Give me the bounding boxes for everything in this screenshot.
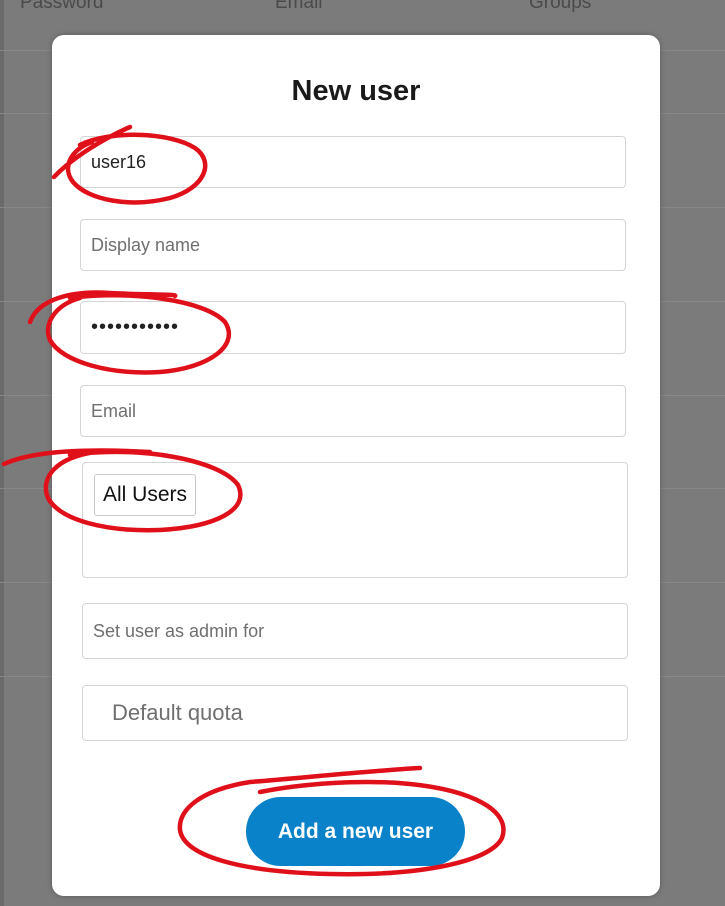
email-input[interactable]: Email <box>80 385 626 437</box>
column-header-password: Password <box>20 0 104 13</box>
admin-for-select[interactable]: Set user as admin for <box>82 603 628 659</box>
quota-select[interactable]: Default quota <box>82 685 628 741</box>
background-edge <box>0 0 4 906</box>
group-chip-all-users[interactable]: All Users <box>94 474 197 516</box>
column-header-email: Email <box>275 0 323 13</box>
new-user-dialog: New user user16 Display name •••••••••••… <box>52 35 660 896</box>
username-input[interactable]: user16 <box>80 136 626 188</box>
background-table-header: Password Email Groups <box>0 0 725 22</box>
add-new-user-button[interactable]: Add a new user <box>246 797 465 866</box>
groups-select[interactable]: All Users <box>82 462 628 578</box>
display-name-input[interactable]: Display name <box>80 219 626 271</box>
password-input[interactable]: ••••••••••• <box>80 301 626 354</box>
column-header-groups: Groups <box>529 0 592 13</box>
dialog-title: New user <box>291 75 421 107</box>
